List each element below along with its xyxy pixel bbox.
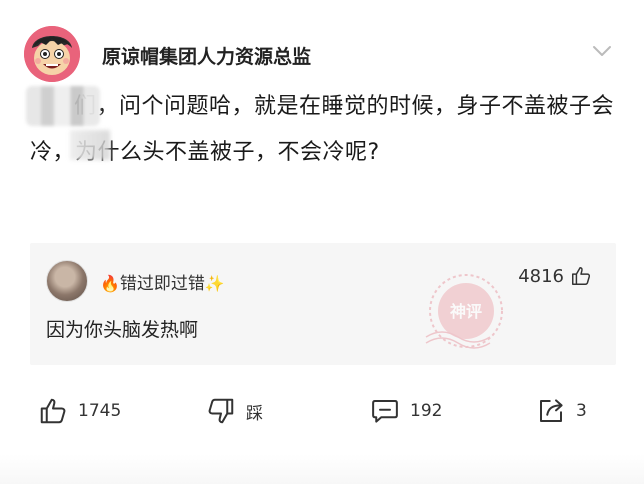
hot-comment-card[interactable]: 🔥错过即过错✨ 神评 4816 因为你头脑发热啊 bbox=[30, 243, 616, 365]
like-count: 1745 bbox=[78, 401, 122, 421]
thumbs-up-icon bbox=[572, 267, 591, 285]
commenter-avatar[interactable] bbox=[46, 260, 88, 302]
hot-comment-stamp: 神评 bbox=[425, 274, 503, 349]
comment-icon bbox=[372, 400, 398, 423]
comment-like-count: 4816 bbox=[518, 265, 564, 287]
post-body-text: 们，问个问题哈，就是在睡觉的时候，身子不盖被子会冷，为什么头不盖被子，不会冷呢? bbox=[30, 94, 615, 165]
cartoon-face-icon bbox=[24, 26, 80, 82]
svg-text:神评: 神评 bbox=[450, 302, 482, 321]
chevron-down-icon[interactable] bbox=[592, 44, 612, 58]
dislike-label: 踩 bbox=[246, 403, 263, 424]
comment-count: 192 bbox=[410, 401, 443, 421]
fire-icon: 🔥 bbox=[100, 274, 120, 293]
thumbs-down-icon bbox=[208, 398, 234, 424]
action-bar: 1745 踩 192 3 bbox=[0, 388, 644, 434]
comment-button[interactable]: 192 bbox=[370, 388, 442, 434]
comment-text: 因为你头脑发热啊 bbox=[46, 319, 199, 341]
comment-like-button[interactable]: 4816 bbox=[518, 265, 592, 287]
dislike-button[interactable]: 踩 bbox=[206, 388, 263, 434]
author-avatar[interactable] bbox=[24, 26, 80, 82]
commenter-name[interactable]: 🔥错过即过错✨ bbox=[100, 269, 225, 294]
post-header: 原谅帽集团人力资源总监 bbox=[24, 26, 620, 84]
bottom-divider bbox=[0, 454, 644, 484]
sparkles-icon: ✨ bbox=[204, 274, 225, 293]
share-icon bbox=[540, 399, 563, 422]
share-count: 3 bbox=[576, 401, 587, 421]
blurred-redaction bbox=[70, 130, 110, 160]
like-button[interactable]: 1745 bbox=[38, 388, 121, 434]
thumbs-up-icon bbox=[40, 398, 66, 424]
blurred-redaction bbox=[26, 86, 100, 126]
share-button[interactable]: 3 bbox=[536, 388, 587, 434]
author-name[interactable]: 原谅帽集团人力资源总监 bbox=[102, 42, 311, 69]
